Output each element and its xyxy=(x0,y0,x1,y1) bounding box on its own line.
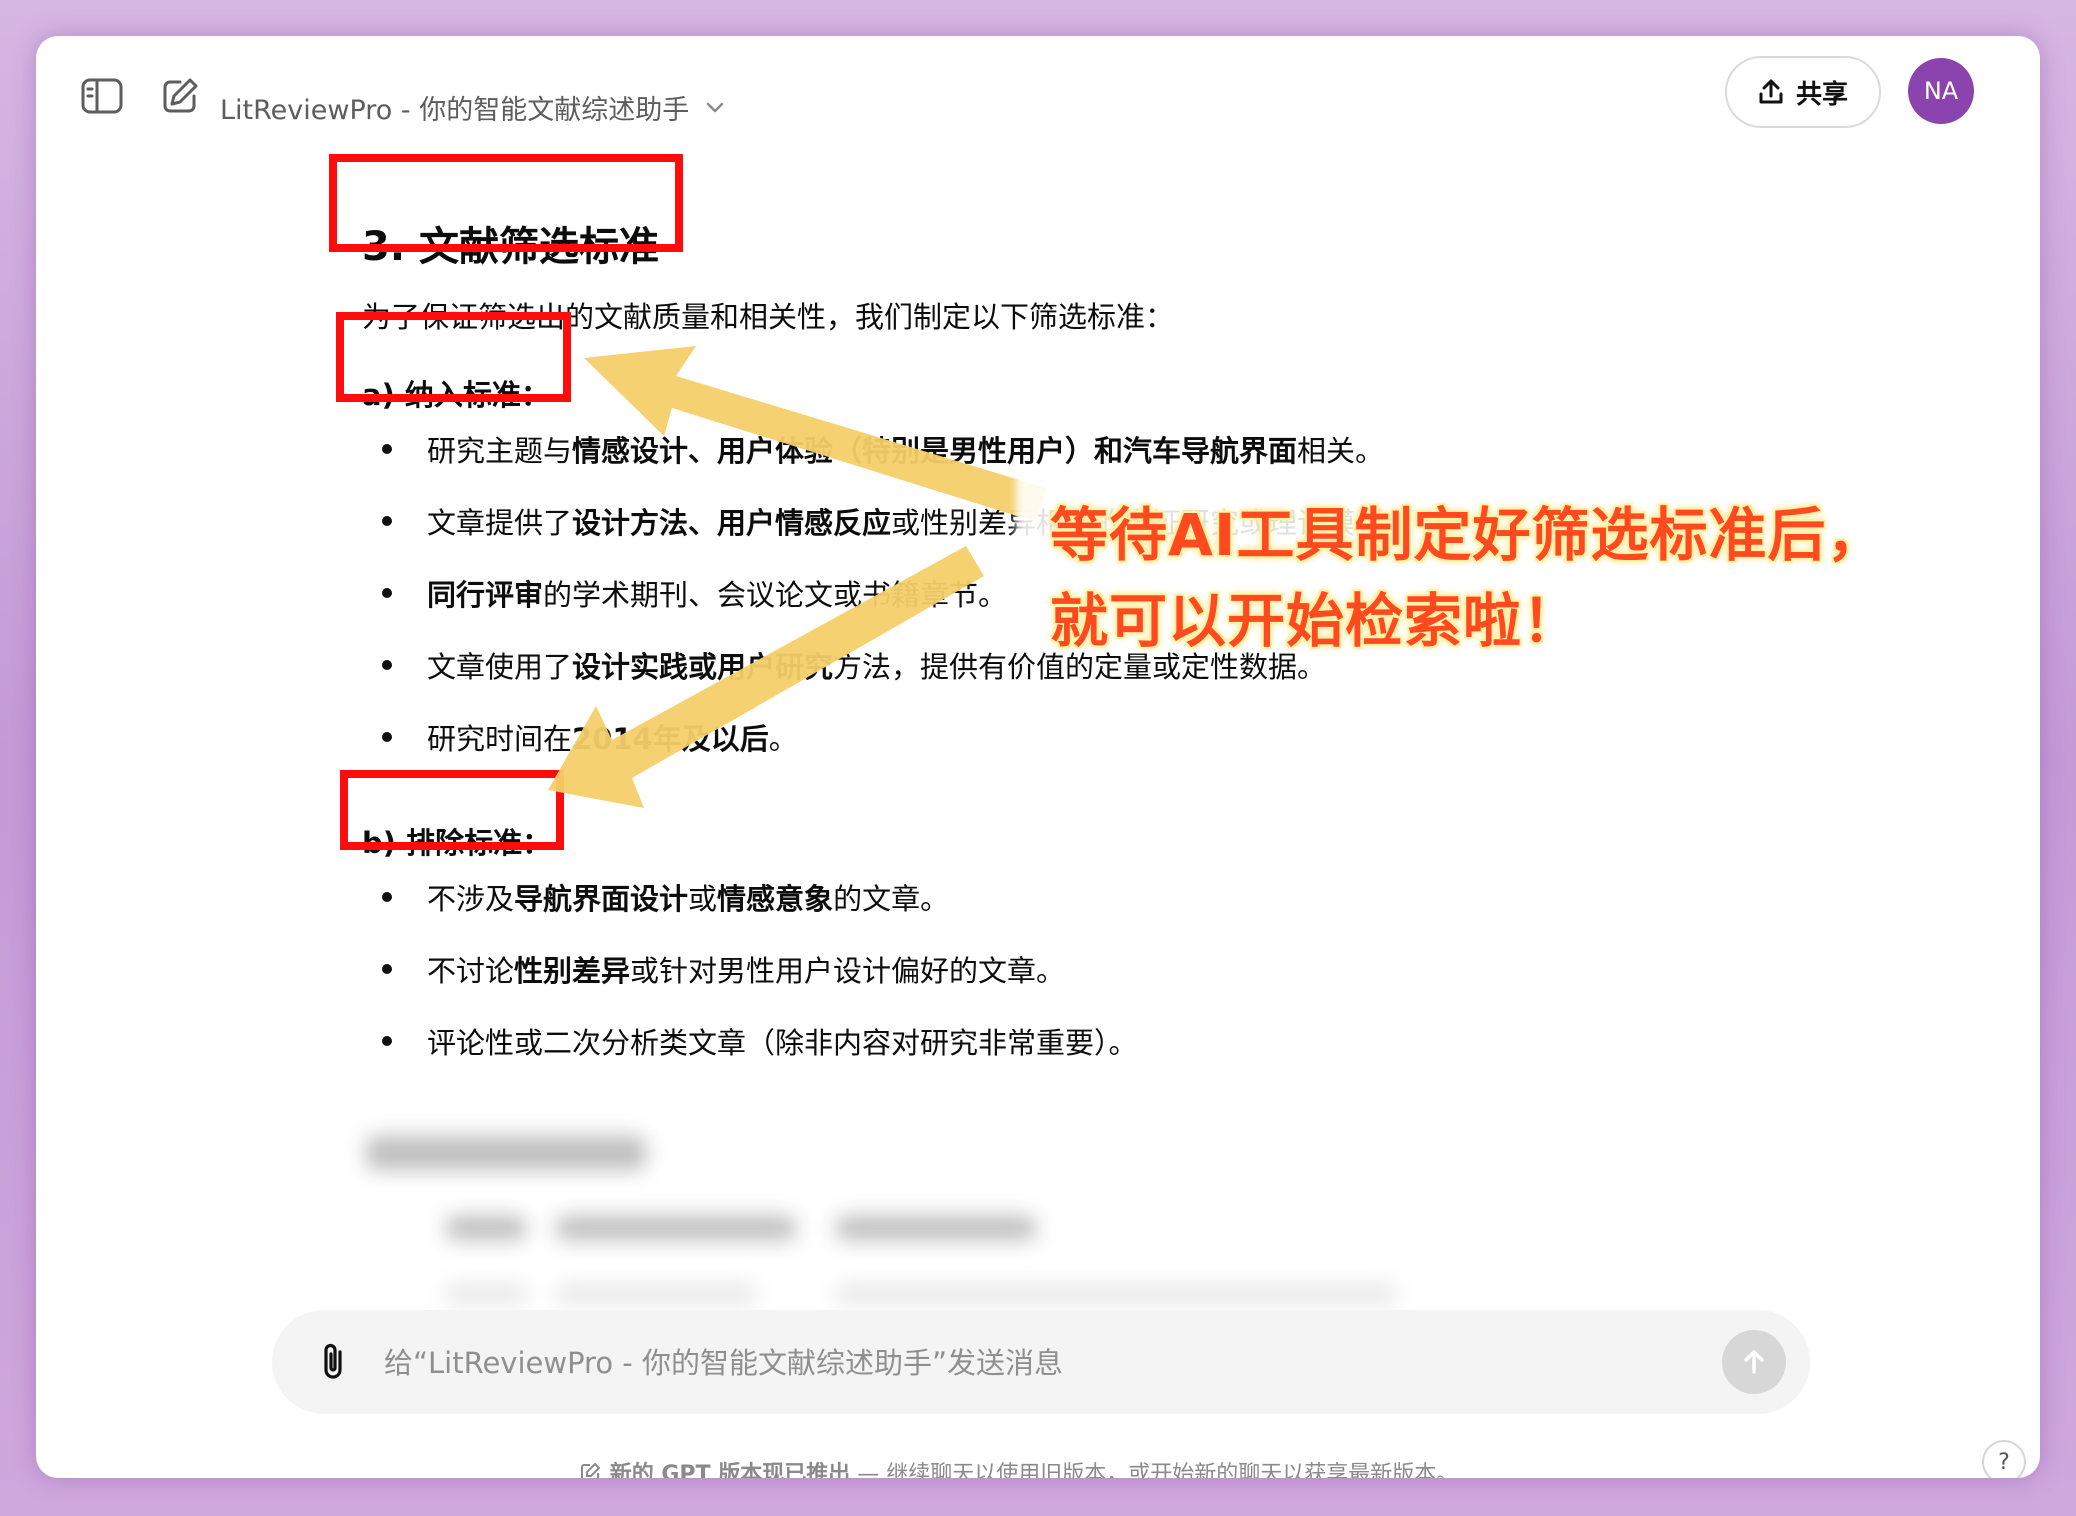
new-chat-link[interactable]: 新的聊天 xyxy=(1194,1462,1282,1478)
paperclip-icon xyxy=(324,1343,342,1379)
chat-window: LitReviewPro - 你的智能文献综述助手 共享 NA 3. 文献筛选标… xyxy=(36,36,2040,1478)
send-button[interactable] xyxy=(1722,1330,1786,1394)
arrow-to-inclusion-icon xyxy=(584,346,1046,522)
annotation-arrows xyxy=(548,346,1046,808)
message-composer xyxy=(272,1310,1810,1414)
version-notice: 新的 GPT 版本现已推出 — 继续聊天以使用旧版本，或开始新的聊天以获享最新版… xyxy=(36,1456,2020,1478)
attach-button[interactable] xyxy=(312,1340,356,1384)
annotation-line-1: 等待AI工具制定好筛选标准后， xyxy=(1050,501,1886,569)
notice-text-1: — 继续聊天以使用旧版本，或开始 xyxy=(850,1462,1195,1478)
arrow-to-exclusion-icon xyxy=(548,546,984,808)
notice-text-2: 以获享最新版本。 xyxy=(1282,1462,1459,1478)
notice-bold: 新的 GPT 版本现已推出 xyxy=(609,1462,851,1478)
help-button[interactable]: ? xyxy=(1982,1440,2026,1478)
new-chat-small-icon xyxy=(578,1461,602,1478)
arrow-up-icon xyxy=(1744,1350,1764,1374)
assistant-message: 3. 文献筛选标准 为了保证筛选出的文献质量和相关性，我们制定以下筛选标准： a… xyxy=(36,36,2040,1478)
message-input[interactable] xyxy=(382,1332,1686,1394)
annotation-line-2: 就可以开始检索啦！ xyxy=(1050,587,1582,655)
